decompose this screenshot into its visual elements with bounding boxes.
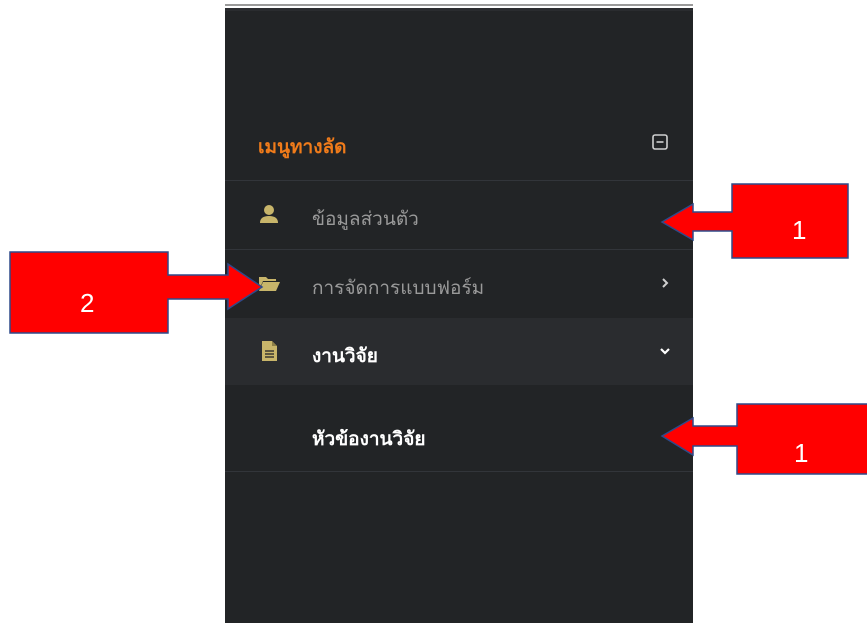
annotation-label: 1 (794, 438, 809, 468)
annotation-label: 1 (792, 215, 807, 245)
annotation-layer (9, 183, 867, 475)
annotation-arrow-1-top (660, 183, 849, 259)
annotation-arrow-1-bottom (660, 403, 867, 475)
annotation-label: 2 (80, 288, 95, 318)
annotation-arrow-2 (9, 251, 264, 334)
